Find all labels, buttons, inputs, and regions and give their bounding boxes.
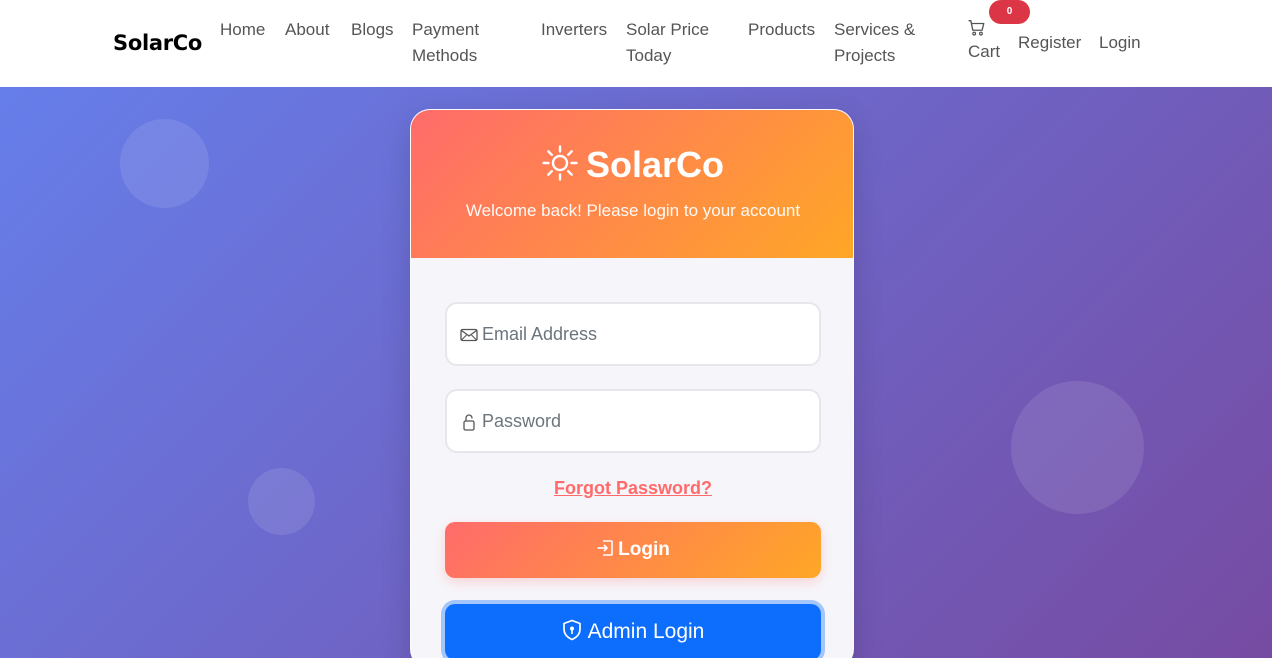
password-input[interactable] [482, 391, 812, 451]
admin-login-button-label: Admin Login [587, 620, 705, 643]
nav-link-register[interactable]: Register [1018, 30, 1081, 56]
login-button[interactable]: Login [445, 522, 821, 578]
nav-link-blogs[interactable]: Blogs [351, 17, 394, 43]
cart-count-badge: 0 [989, 0, 1030, 24]
nav-link-about[interactable]: About [285, 17, 329, 43]
shield-icon [562, 620, 581, 641]
login-button-label: Login [618, 539, 670, 560]
nav-link-home[interactable]: Home [220, 17, 265, 43]
nav-link-services-projects[interactable]: Services & Projects [834, 17, 934, 69]
envelope-icon [460, 328, 478, 342]
lock-icon [463, 414, 475, 431]
decorative-bubble [1011, 381, 1144, 514]
email-field[interactable] [445, 302, 821, 366]
nav-link-cart[interactable]: Cart [968, 39, 1000, 65]
nav-link-products[interactable]: Products [748, 17, 815, 43]
nav-link-login[interactable]: Login [1099, 30, 1141, 56]
card-title-text: SolarCo [585, 144, 725, 185]
admin-login-button[interactable]: Admin Login [445, 604, 821, 658]
decorative-bubble [248, 468, 315, 535]
card-title: SolarCo [411, 144, 853, 186]
login-card: SolarCo Welcome back! Please login to yo… [410, 109, 854, 658]
nav-link-solar-price-today[interactable]: Solar Price Today [626, 17, 726, 69]
navbar-brand[interactable]: SolarCo [113, 31, 202, 55]
forgot-password-link[interactable]: Forgot Password? [411, 478, 853, 499]
login-card-header: SolarCo Welcome back! Please login to yo… [411, 110, 853, 258]
login-arrow-icon [597, 540, 613, 556]
decorative-bubble [120, 119, 209, 208]
cart-icon[interactable] [968, 19, 986, 37]
sun-icon [542, 145, 578, 182]
nav-link-payment-methods[interactable]: Payment Methods [412, 17, 512, 69]
email-input[interactable] [482, 304, 812, 364]
password-field[interactable] [445, 389, 821, 453]
nav-link-inverters[interactable]: Inverters [541, 17, 607, 43]
top-navbar: SolarCo Home About Blogs Payment Methods… [0, 0, 1272, 87]
card-subtitle: Welcome back! Please login to your accou… [465, 201, 801, 220]
